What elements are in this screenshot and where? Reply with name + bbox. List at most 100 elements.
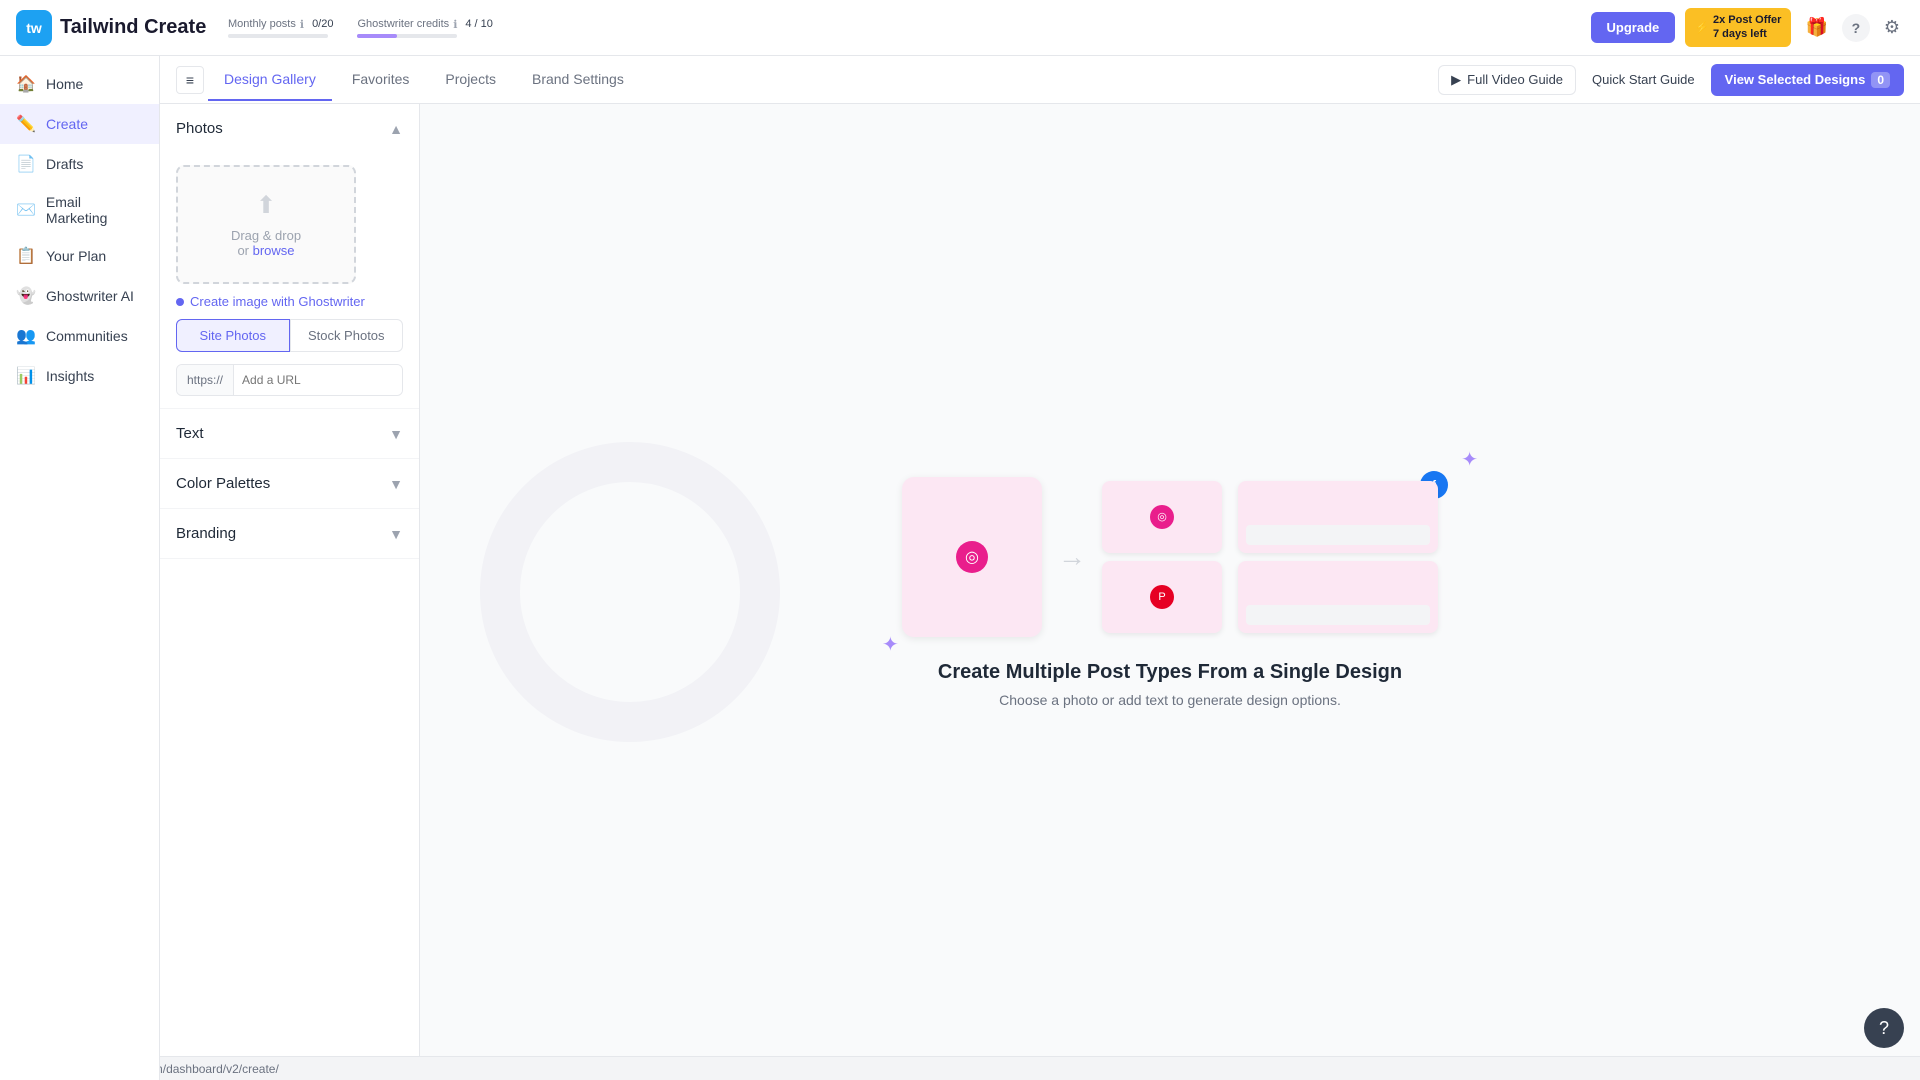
stock-photos-tab[interactable]: Stock Photos xyxy=(290,319,404,352)
color-palettes-section: Color Palettes ▼ xyxy=(160,459,419,509)
sidebar: 🏠 Home ✏️ Create 📄 Drafts ✉️ Email Marke… xyxy=(0,56,160,1080)
ghostwriter-credits-bar xyxy=(357,34,457,38)
toggle-icon: ≡ xyxy=(186,72,194,88)
color-palettes-label: Color Palettes xyxy=(176,475,270,492)
photos-section-header[interactable]: Photos ▲ xyxy=(160,104,419,153)
settings-icon[interactable]: ⚙ xyxy=(1880,13,1904,42)
topbar: tw Tailwind Create Monthly posts ℹ 0/20 … xyxy=(0,0,1920,56)
url-input[interactable] xyxy=(234,365,403,395)
sidebar-item-ghostwriter-ai[interactable]: 👻 Ghostwriter AI xyxy=(0,276,159,316)
pinterest-icon-small: P xyxy=(1158,591,1165,603)
photos-chevron-icon: ▲ xyxy=(389,121,403,137)
app-title: Tailwind Create xyxy=(60,16,206,39)
monthly-posts-label: Monthly posts xyxy=(228,18,296,30)
tab-projects[interactable]: Projects xyxy=(429,59,512,101)
monthly-posts-bar xyxy=(228,34,328,38)
logo-icon: tw xyxy=(16,10,52,46)
photos-label: Photos xyxy=(176,120,223,137)
ghostwriter-link[interactable]: Create image with Ghostwriter xyxy=(176,294,403,309)
text-section: Text ▼ xyxy=(160,409,419,459)
pinterest-badge-small: P xyxy=(1150,585,1174,609)
wide-card-bottom-bar2 xyxy=(1246,605,1430,625)
browse-link[interactable]: browse xyxy=(253,243,295,258)
your-plan-icon: 📋 xyxy=(16,246,36,266)
ghostwriter-ai-icon: 👻 xyxy=(16,286,36,306)
sidebar-item-ghostwriter-ai-label: Ghostwriter AI xyxy=(46,288,134,304)
site-photos-tab[interactable]: Site Photos xyxy=(176,319,290,352)
photo-tabs: Site Photos Stock Photos xyxy=(176,319,403,352)
email-marketing-icon: ✉️ xyxy=(16,200,36,220)
upload-dropzone[interactable]: ⬆ Drag & drop or browse xyxy=(176,165,356,284)
sidebar-toggle-button[interactable]: ≡ xyxy=(176,66,204,94)
help-icon[interactable]: ? xyxy=(1842,14,1870,42)
pinterest-card-small: P xyxy=(1102,561,1222,633)
content-area: Photos ▲ ⬆ Drag & drop or browse xyxy=(160,104,1920,1080)
sidebar-item-drafts[interactable]: 📄 Drafts xyxy=(0,144,159,184)
branding-chevron-icon: ▼ xyxy=(389,526,403,542)
tab-brand-settings[interactable]: Brand Settings xyxy=(516,59,640,101)
drag-drop-text: Drag & drop xyxy=(231,228,301,243)
cards-double: ◎ P xyxy=(1102,481,1222,633)
sidebar-item-email-marketing[interactable]: ✉️ Email Marketing xyxy=(0,184,159,236)
photos-content: ⬆ Drag & drop or browse Create image wit… xyxy=(160,153,419,408)
sparkle-icon-1: ✦ xyxy=(1461,447,1478,472)
canvas-area: ◎ → ◎ P xyxy=(420,104,1920,1080)
canvas-title: Create Multiple Post Types From a Single… xyxy=(938,661,1402,684)
wide-card-bottom xyxy=(1238,561,1438,633)
sidebar-item-insights[interactable]: 📊 Insights xyxy=(0,356,159,396)
upgrade-button[interactable]: Upgrade xyxy=(1591,12,1676,43)
promo-badge[interactable]: ⚡ 2x Post Offer 7 days left xyxy=(1685,8,1791,46)
sidebar-item-insights-label: Insights xyxy=(46,368,94,384)
wide-card-bottom-bar xyxy=(1246,525,1430,545)
sidebar-item-communities[interactable]: 👥 Communities xyxy=(0,316,159,356)
selected-count-badge: 0 xyxy=(1871,72,1890,88)
sidebar-item-communities-label: Communities xyxy=(46,328,128,344)
ghostwriter-link-text: Create image with Ghostwriter xyxy=(190,294,365,309)
main-wrapper: ≡ Design Gallery Favorites Projects Bran… xyxy=(160,56,1920,1080)
text-section-header[interactable]: Text ▼ xyxy=(160,409,419,458)
insights-icon: 📊 xyxy=(16,366,36,386)
topbar-right: Upgrade ⚡ 2x Post Offer 7 days left 🎁 ? … xyxy=(1591,8,1904,46)
promo-icon: ⚡ xyxy=(1695,21,1709,34)
sidebar-item-email-marketing-label: Email Marketing xyxy=(46,194,143,226)
url-prefix: https:// xyxy=(177,365,234,395)
instagram-card-small: ◎ xyxy=(1102,481,1222,553)
branding-label: Branding xyxy=(176,525,236,542)
drafts-icon: 📄 xyxy=(16,154,36,174)
gift-icon[interactable]: 🎁 xyxy=(1801,13,1831,42)
cards-wide-group: f xyxy=(1238,481,1438,633)
ghostwriter-dot-icon xyxy=(176,298,184,306)
tab-design-gallery[interactable]: Design Gallery xyxy=(208,59,332,101)
tab-favorites[interactable]: Favorites xyxy=(336,59,426,101)
quick-start-guide-button[interactable]: Quick Start Guide xyxy=(1584,66,1703,93)
ghostwriter-credits-metric: Ghostwriter credits ℹ 4 / 10 xyxy=(357,18,492,38)
full-video-guide-button[interactable]: ▶ Full Video Guide xyxy=(1438,65,1576,95)
instagram-icon-single: ◎ xyxy=(965,547,979,567)
view-selected-designs-button[interactable]: View Selected Designs 0 xyxy=(1711,64,1904,96)
illustration-text: Create Multiple Post Types From a Single… xyxy=(938,661,1402,708)
home-icon: 🏠 xyxy=(16,74,36,94)
sidebar-item-create[interactable]: ✏️ Create xyxy=(0,104,159,144)
branding-section-header[interactable]: Branding ▼ xyxy=(160,509,419,558)
monthly-posts-value: 0/20 xyxy=(312,18,333,30)
ghostwriter-credits-fill xyxy=(357,34,397,38)
sidebar-item-your-plan[interactable]: 📋 Your Plan xyxy=(0,236,159,276)
monthly-posts-metric: Monthly posts ℹ 0/20 xyxy=(228,18,333,38)
upload-icon: ⬆ xyxy=(256,191,276,220)
single-card: ◎ xyxy=(902,477,1042,637)
sidebar-item-your-plan-label: Your Plan xyxy=(46,248,106,264)
instagram-badge-small: ◎ xyxy=(1150,505,1174,529)
upload-or-text: or xyxy=(237,243,249,258)
logo-area: tw Tailwind Create xyxy=(16,10,216,46)
status-bar: https://www.tailwindapp.com/dashboard/v2… xyxy=(0,1056,1920,1080)
photos-section: Photos ▲ ⬆ Drag & drop or browse xyxy=(160,104,419,409)
sidebar-item-home[interactable]: 🏠 Home xyxy=(0,64,159,104)
sidebar-item-drafts-label: Drafts xyxy=(46,156,83,172)
create-icon: ✏️ xyxy=(16,114,36,134)
text-chevron-icon: ▼ xyxy=(389,426,403,442)
help-fab-button[interactable]: ? xyxy=(1864,1008,1904,1048)
sub-nav: ≡ Design Gallery Favorites Projects Bran… xyxy=(160,56,1920,104)
sidebar-item-create-label: Create xyxy=(46,116,88,132)
color-palettes-section-header[interactable]: Color Palettes ▼ xyxy=(160,459,419,508)
promo-line2: 7 days left xyxy=(1713,28,1781,41)
